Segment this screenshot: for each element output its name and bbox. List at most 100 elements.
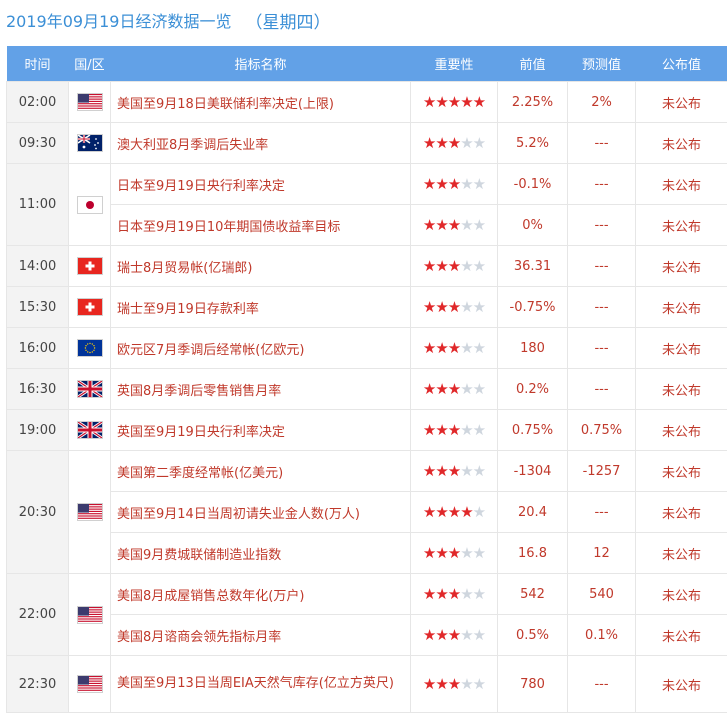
forecast-value: 0.1% — [567, 614, 636, 656]
actual-value: 未公布 — [635, 368, 727, 410]
previous-value: 0.2% — [497, 368, 568, 410]
event-time: 09:30 — [6, 122, 69, 164]
col-header-importance: 重要性 — [410, 46, 498, 82]
table-row: 15:30 瑞士至9月19日存款利率 ★★★★★ -0.75% --- 未公布 — [6, 286, 727, 328]
star-icon: ★ — [435, 675, 448, 693]
indicator-name[interactable]: 欧元区7月季调后经常帐(亿欧元) — [110, 327, 411, 369]
indicator-name[interactable]: 日本至9月19日10年期国债收益率目标 — [110, 204, 411, 246]
star-icon: ★ — [472, 462, 486, 480]
region-cell — [68, 245, 111, 287]
star-icon: ★ — [422, 503, 436, 521]
event-time: 16:30 — [6, 368, 69, 410]
event-time: 14:00 — [6, 245, 69, 287]
star-icon: ★ — [422, 257, 436, 275]
event-time: 19:00 — [6, 409, 69, 451]
importance-stars: ★★★★★ — [422, 216, 486, 234]
importance-stars: ★★★★★ — [423, 585, 486, 603]
previous-value: 36.31 — [497, 245, 568, 287]
forecast-value: 2% — [567, 81, 636, 123]
star-icon: ★ — [472, 675, 486, 693]
importance-rating: ★★★★★ — [410, 286, 498, 328]
star-icon: ★ — [460, 216, 473, 234]
table-row: 日本至9月19日10年期国债收益率目标 ★★★★★ 0% --- 未公布 — [7, 204, 727, 246]
indicator-name[interactable]: 英国8月季调后零售销售月率 — [110, 368, 411, 410]
col-header-forecast: 预测值 — [567, 46, 636, 82]
star-icon: ★ — [422, 462, 436, 480]
star-icon: ★ — [435, 380, 448, 398]
importance-rating: ★★★★★ — [410, 409, 498, 451]
star-icon: ★ — [447, 675, 461, 693]
indicator-name[interactable]: 美国至9月13日当周EIA天然气库存(亿立方英尺) — [110, 655, 411, 713]
star-icon: ★ — [472, 626, 486, 644]
star-icon: ★ — [422, 380, 436, 398]
jp-flag-icon — [76, 195, 103, 214]
event-time: 15:30 — [6, 286, 69, 328]
region-cell — [68, 81, 111, 123]
forecast-value: --- — [567, 655, 636, 713]
importance-rating: ★★★★★ — [410, 245, 498, 287]
importance-rating: ★★★★★ — [410, 368, 498, 410]
indicator-name[interactable]: 瑞士8月贸易帐(亿瑞郎) — [110, 245, 411, 287]
star-icon: ★ — [472, 503, 486, 521]
us-flag-icon — [76, 605, 103, 624]
star-icon: ★ — [422, 544, 436, 562]
indicator-name[interactable]: 瑞士至9月19日存款利率 — [110, 286, 411, 328]
region-cell — [68, 286, 111, 328]
forecast-value: --- — [567, 163, 636, 205]
importance-rating: ★★★★★ — [410, 122, 498, 164]
indicator-name[interactable]: 美国9月费城联储制造业指数 — [110, 532, 411, 574]
indicator-name[interactable]: 英国至9月19日央行利率决定 — [110, 409, 411, 451]
star-icon: ★ — [447, 585, 461, 603]
star-icon: ★ — [422, 675, 436, 693]
eu-flag-icon — [76, 339, 103, 357]
star-icon: ★ — [460, 339, 473, 357]
star-icon: ★ — [422, 421, 436, 439]
previous-value: 20.4 — [497, 491, 568, 533]
star-icon: ★ — [460, 93, 473, 111]
star-icon: ★ — [422, 298, 436, 316]
indicator-name[interactable]: 美国8月成屋销售总数年化(万户) — [110, 573, 411, 615]
previous-value: -0.75% — [497, 286, 568, 328]
star-icon: ★ — [472, 585, 486, 603]
star-icon: ★ — [422, 216, 436, 234]
forecast-value: --- — [567, 204, 636, 246]
star-icon: ★ — [435, 421, 448, 439]
importance-rating: ★★★★★ — [410, 450, 498, 492]
forecast-value: --- — [567, 327, 636, 369]
star-icon: ★ — [460, 675, 473, 693]
star-icon: ★ — [435, 93, 448, 111]
uk-flag-icon — [76, 379, 103, 399]
indicator-name[interactable]: 美国第二季度经常帐(亿美元) — [110, 450, 411, 492]
indicator-name[interactable]: 日本至9月19日央行利率决定 — [110, 163, 411, 205]
star-icon: ★ — [460, 298, 473, 316]
importance-rating: ★★★★★ — [410, 81, 498, 123]
indicator-name[interactable]: 美国至9月18日美联储利率决定(上限) — [110, 81, 411, 123]
star-icon: ★ — [447, 175, 461, 193]
col-header-indicator: 指标名称 — [110, 46, 411, 82]
indicator-name[interactable]: 美国8月谘商会领先指标月率 — [110, 614, 411, 656]
region-cell — [68, 409, 111, 451]
forecast-value: --- — [567, 491, 636, 533]
region-cell — [68, 163, 111, 246]
actual-value: 未公布 — [635, 286, 727, 328]
star-icon: ★ — [447, 257, 461, 275]
region-cell — [68, 450, 111, 574]
indicator-name[interactable]: 美国至9月14日当周初请失业金人数(万人) — [110, 491, 411, 533]
us-flag-icon — [76, 675, 103, 693]
star-icon: ★ — [472, 421, 486, 439]
uk-flag-icon — [76, 420, 103, 440]
star-icon: ★ — [472, 339, 486, 357]
table-header-row: 时间 国/区 指标名称 重要性 前值 预测值 公布值 — [6, 46, 727, 82]
event-time: 11:00 — [6, 163, 69, 246]
star-icon: ★ — [460, 380, 473, 398]
col-header-previous: 前值 — [497, 46, 568, 82]
importance-stars: ★★★★★ — [422, 298, 486, 316]
star-icon: ★ — [460, 503, 473, 521]
star-icon: ★ — [447, 462, 461, 480]
actual-value: 未公布 — [635, 245, 727, 287]
star-icon: ★ — [460, 257, 473, 275]
indicator-name[interactable]: 澳大利亚8月季调后失业率 — [110, 122, 411, 164]
table-row: 02:00 美国至9月18日美联储利率决定(上限) ★★★★★ 2.25% 2% 未公布 — [6, 81, 727, 123]
importance-stars: ★★★★★ — [423, 134, 486, 152]
importance-rating: ★★★★★ — [410, 163, 498, 205]
